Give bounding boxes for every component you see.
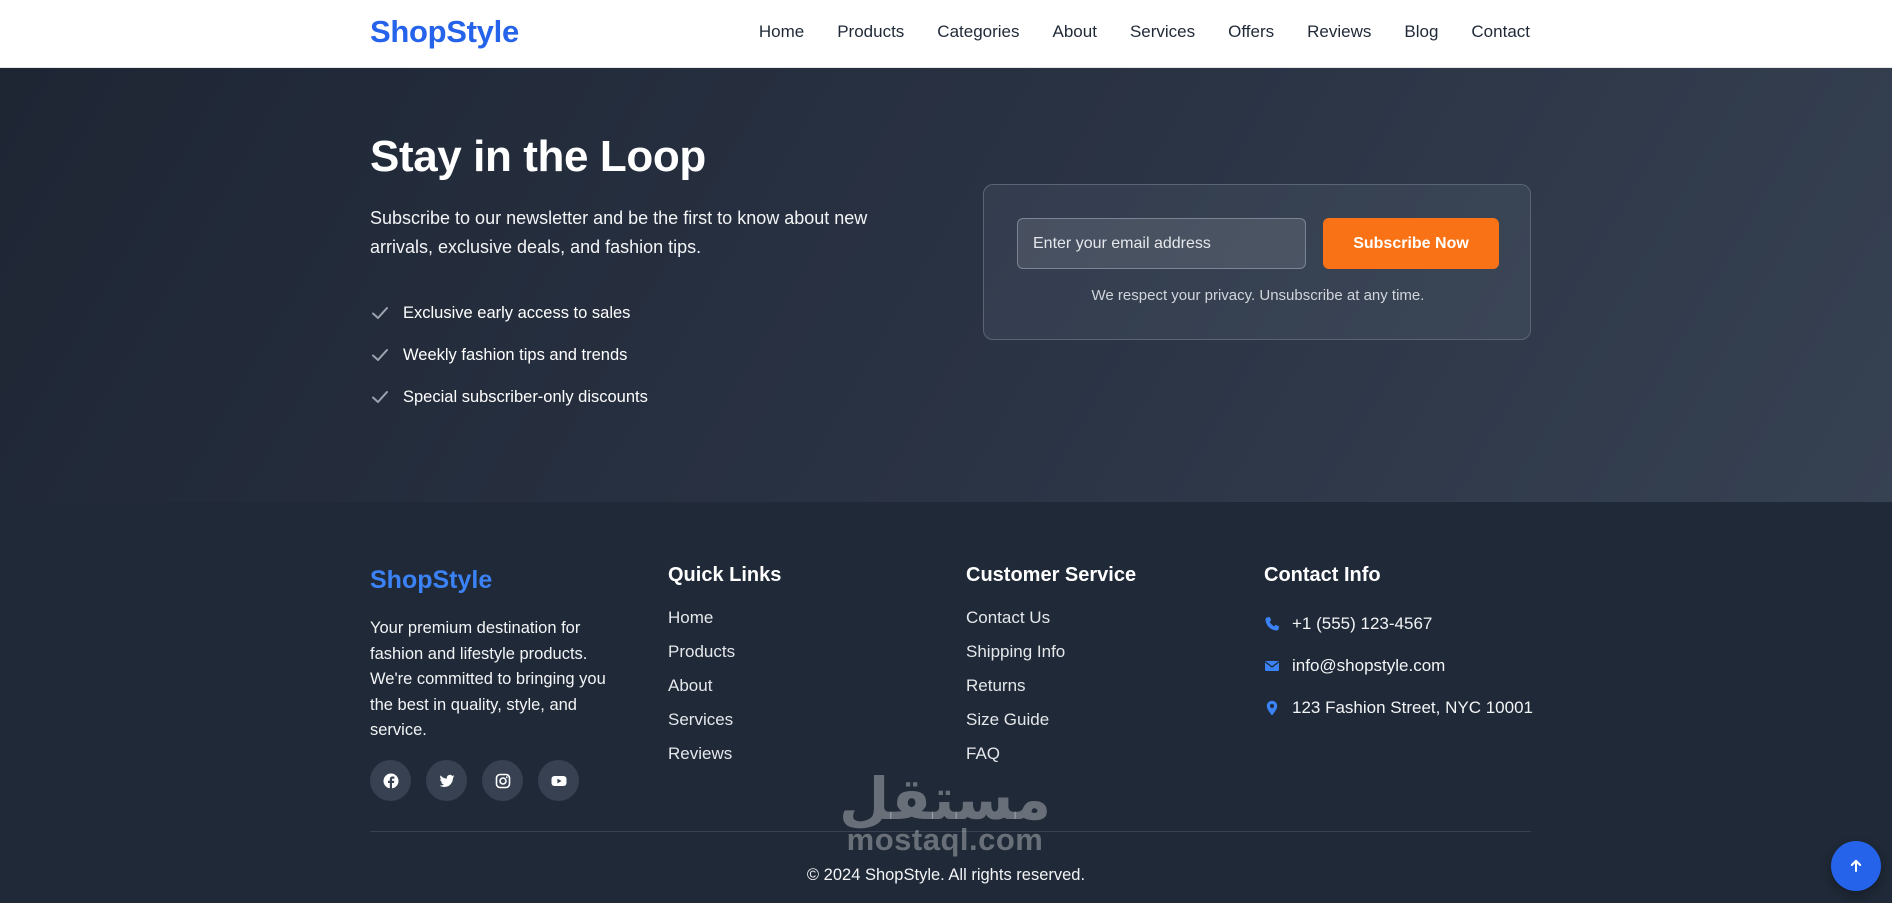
check-icon: [372, 307, 388, 319]
site-header: ShopStyle Home Products Categories About…: [0, 0, 1892, 68]
subscribe-button[interactable]: Subscribe Now: [1323, 218, 1499, 269]
check-icon: [372, 391, 388, 403]
watermark-latin: mostaql.com: [846, 822, 1044, 857]
nav-categories[interactable]: Categories: [937, 22, 1019, 42]
main-nav: Home Products Categories About Services …: [759, 22, 1530, 42]
newsletter-section: Stay in the Loop Subscribe to our newsle…: [0, 68, 1892, 502]
footer-about: Your premium destination for fashion and…: [370, 619, 606, 740]
subscribe-form: Subscribe Now We respect your privacy. U…: [983, 184, 1531, 340]
location-pin-icon: [1266, 700, 1278, 716]
benefit-label: Special subscriber-only discounts: [403, 387, 648, 406]
contact-address-text: 123 Fashion Street, NYC 10001: [1292, 698, 1533, 717]
nav-offers[interactable]: Offers: [1228, 22, 1274, 42]
instagram-icon[interactable]: [482, 760, 523, 801]
twitter-icon[interactable]: [426, 760, 467, 801]
nav-contact[interactable]: Contact: [1471, 22, 1530, 42]
benefit-item: Weekly fashion tips and trends: [370, 334, 648, 376]
envelope-icon: [1265, 661, 1279, 671]
nav-blog[interactable]: Blog: [1404, 22, 1438, 42]
customer-service-title: Customer Service: [966, 564, 1137, 586]
benefit-item: Exclusive early access to sales: [370, 292, 648, 334]
scroll-to-top-button[interactable]: [1831, 841, 1881, 891]
privacy-note: We respect your privacy. Unsubscribe at …: [1091, 287, 1425, 304]
youtube-icon[interactable]: [538, 760, 579, 801]
footer-link-products[interactable]: Products: [668, 642, 781, 676]
footer-link-shipping-info[interactable]: Shipping Info: [966, 642, 1136, 676]
social-links: [370, 760, 579, 801]
newsletter-description: Subscribe to our newsletter and be the f…: [370, 208, 868, 257]
nav-reviews[interactable]: Reviews: [1307, 22, 1371, 42]
email-input[interactable]: [1017, 218, 1306, 269]
watermark-arabic: مستقل: [838, 767, 1052, 832]
benefit-item: Special subscriber-only discounts: [370, 376, 648, 418]
footer-brand[interactable]: ShopStyle: [370, 566, 492, 595]
footer-link-home[interactable]: Home: [668, 608, 781, 642]
benefit-label: Weekly fashion tips and trends: [403, 345, 628, 364]
brand-logo[interactable]: ShopStyle: [370, 14, 519, 50]
newsletter-title: Stay in the Loop: [370, 132, 706, 181]
nav-home[interactable]: Home: [759, 22, 804, 42]
quick-links-column: Quick Links Home Products About Services…: [668, 564, 781, 778]
contact-phone-text[interactable]: +1 (555) 123-4567: [1292, 614, 1432, 634]
footer-link-returns[interactable]: Returns: [966, 676, 1136, 710]
contact-info-column: Contact Info +1 (555) 123-4567 info@shop…: [1264, 564, 1533, 729]
watermark: مستقل mostaql.com: [830, 770, 1060, 858]
footer-link-about[interactable]: About: [668, 676, 781, 710]
nav-services[interactable]: Services: [1130, 22, 1195, 42]
footer-link-services[interactable]: Services: [668, 710, 781, 744]
facebook-icon[interactable]: [370, 760, 411, 801]
footer-link-contact-us[interactable]: Contact Us: [966, 608, 1136, 642]
contact-phone: +1 (555) 123-4567: [1264, 603, 1533, 645]
copyright-text: © 2024 ShopStyle. All rights reserved.: [806, 866, 1086, 884]
contact-info-title: Contact Info: [1264, 564, 1381, 586]
contact-email-text[interactable]: info@shopstyle.com: [1292, 656, 1445, 676]
benefits-list: Exclusive early access to sales Weekly f…: [370, 292, 648, 418]
contact-address: 123 Fashion Street, NYC 10001: [1264, 687, 1533, 729]
contact-email: info@shopstyle.com: [1264, 645, 1533, 687]
nav-products[interactable]: Products: [837, 22, 904, 42]
quick-links-title: Quick Links: [668, 564, 782, 586]
arrow-up-icon: [1850, 859, 1862, 872]
customer-service-column: Customer Service Contact Us Shipping Inf…: [966, 564, 1136, 778]
nav-about[interactable]: About: [1053, 22, 1097, 42]
footer-link-size-guide[interactable]: Size Guide: [966, 710, 1136, 744]
phone-icon: [1265, 617, 1279, 631]
footer-link-reviews[interactable]: Reviews: [668, 744, 781, 778]
benefit-label: Exclusive early access to sales: [403, 303, 631, 322]
check-icon: [372, 349, 388, 361]
